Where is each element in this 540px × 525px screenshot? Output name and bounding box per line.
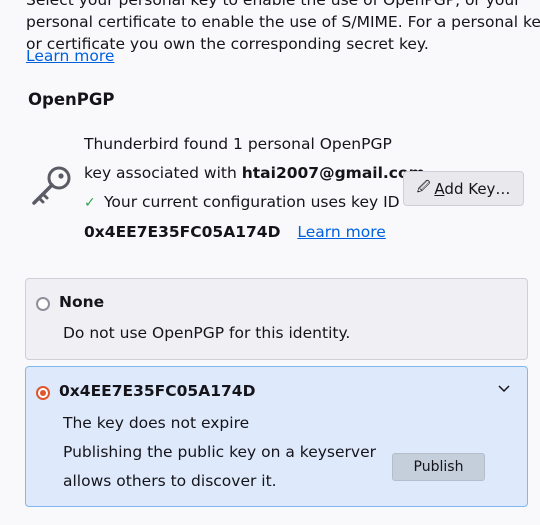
found-line: Thunderbird found 1 personal OpenPGP	[84, 135, 392, 153]
config-line: ✓ Your current configuration uses key ID	[84, 188, 425, 218]
found-prefix: key associated with	[84, 164, 237, 182]
openpgp-section-title: OpenPGP	[28, 90, 115, 109]
radio-none[interactable]	[36, 297, 50, 311]
chevron-down-icon[interactable]	[497, 381, 511, 395]
checkmark-icon: ✓	[84, 195, 96, 211]
option-key-title: 0x4EE7E35FC05A174D	[59, 382, 256, 400]
publish-info-line: allows others to discover it.	[63, 472, 277, 490]
found-line-email: key associated with htai2007@gmail.com	[84, 159, 425, 188]
publish-button[interactable]: Publish	[392, 453, 485, 481]
add-key-mnemonic: A	[434, 179, 445, 198]
add-key-button[interactable]: 🖉 Add Key…	[403, 171, 524, 206]
intro-learn-more-link[interactable]: Learn more	[26, 47, 114, 65]
key-expiry: The key does not expire	[63, 414, 250, 432]
key-status-text: Thunderbird found 1 personal OpenPGP key…	[84, 130, 425, 247]
publish-info-line: Publishing the public key on a keyserver	[63, 443, 376, 461]
key-pen-icon: 🖉	[416, 179, 431, 195]
option-none[interactable]: None Do not use OpenPGP for this identit…	[25, 278, 528, 360]
openpgp-settings-page: Select your personal key to enable the u…	[0, 0, 540, 525]
option-none-description: Do not use OpenPGP for this identity.	[63, 324, 351, 342]
key-icon	[32, 166, 71, 205]
add-key-label: Add Key…	[434, 180, 510, 198]
current-key-id: 0x4EE7E35FC05A174D	[84, 223, 281, 241]
account-email: htai2007@gmail.com	[241, 164, 425, 182]
intro-line: personal certificate to enable the use o…	[26, 13, 540, 31]
key-id-line: 0x4EE7E35FC05A174D Learn more	[84, 218, 425, 247]
radio-key-selected[interactable]	[36, 386, 50, 400]
option-none-title: None	[59, 293, 105, 311]
option-key[interactable]: 0x4EE7E35FC05A174D The key does not expi…	[25, 366, 528, 507]
config-text: Your current configuration uses key ID	[104, 193, 400, 211]
key-learn-more-link[interactable]: Learn more	[297, 223, 385, 241]
add-key-rest: dd Key…	[444, 179, 511, 198]
key-details: The key does not expire Publishing the p…	[63, 409, 376, 496]
intro-line: Select your personal key to enable the u…	[26, 0, 521, 9]
